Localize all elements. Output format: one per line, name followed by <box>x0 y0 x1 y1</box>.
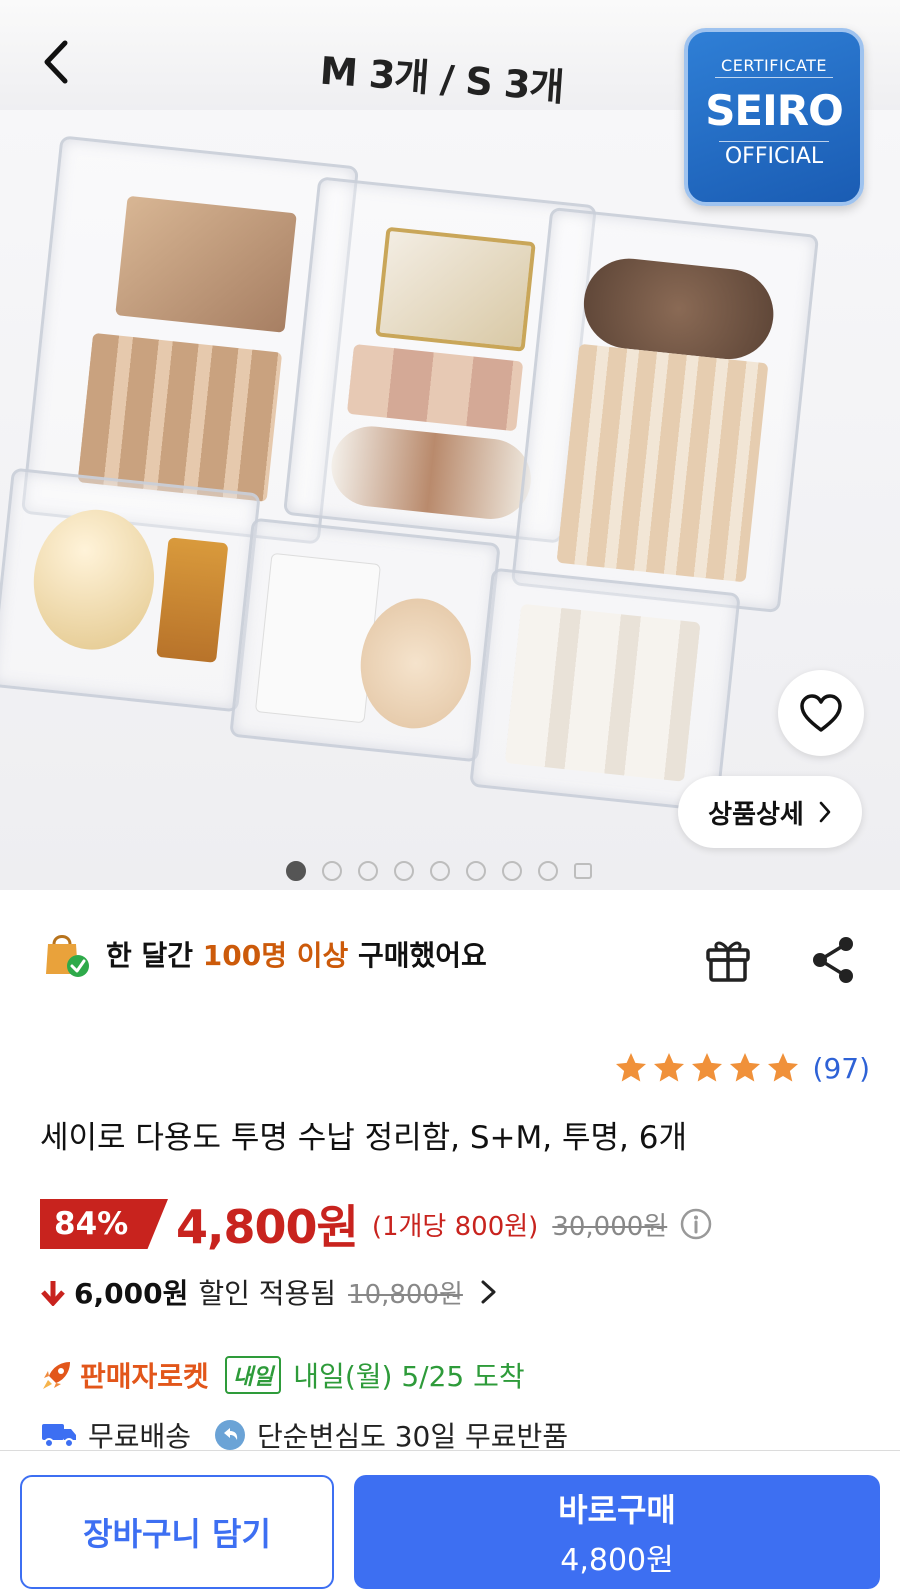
purchase-count-text: 한 달간 100명 이상 구매했어요 <box>106 934 487 974</box>
back-button[interactable] <box>28 34 84 90</box>
chevron-left-icon <box>44 40 68 84</box>
rocket-icon <box>43 1362 70 1389</box>
original-price: 30,000원 <box>552 1211 668 1242</box>
product-image-carousel[interactable]: M 3개 / S 3개 CERTIFICATE SEIRO OFFICIAL 상… <box>0 0 900 890</box>
share-button[interactable] <box>806 932 862 988</box>
review-count-link[interactable]: (97) <box>813 1052 870 1085</box>
arrow-down-icon <box>41 1281 65 1306</box>
tray-bottles <box>469 567 741 813</box>
sale-price: 4,800원 <box>176 1200 359 1254</box>
shopping-bag-check-icon <box>46 935 89 977</box>
price-row: 84% 4,800원 (1개당 800원) 30,000원 <box>40 1196 713 1254</box>
purchase-count-suffix: 구매했어요 <box>348 939 487 972</box>
rating[interactable]: (97) <box>613 1050 870 1086</box>
carousel-dot[interactable] <box>394 861 414 881</box>
gift-button[interactable] <box>700 932 756 988</box>
star-icon <box>615 1053 646 1082</box>
wishlist-button[interactable] <box>778 670 864 756</box>
coupon-applied-text: 할인 적용됨 <box>198 1277 337 1310</box>
product-photo <box>0 110 900 890</box>
chevron-right-icon <box>481 1280 496 1304</box>
heart-icon <box>800 694 842 732</box>
carousel-dot[interactable] <box>322 861 342 881</box>
tray-puffs <box>229 517 501 763</box>
carousel-dot[interactable] <box>538 861 558 881</box>
arrival-date: 내일(월) 5/25 도착 <box>293 1360 525 1393</box>
seller-rocket-label: 판매자로켓 <box>80 1360 209 1393</box>
add-to-cart-button[interactable]: 장바구니 담기 <box>20 1475 334 1589</box>
coupon-old-price: 10,800원 <box>348 1279 463 1310</box>
buy-now-label: 바로구매 <box>558 1491 676 1529</box>
carousel-more-icon[interactable] <box>574 863 592 879</box>
free-shipping-text: 무료배송 <box>88 1420 192 1453</box>
product-detail-button[interactable]: 상품상세 <box>678 776 862 848</box>
star-icon <box>767 1053 798 1082</box>
info-icon[interactable] <box>679 1207 713 1241</box>
product-detail-label: 상품상세 <box>708 799 804 830</box>
tomorrow-badge: 내일 <box>224 1356 282 1394</box>
star-icon <box>729 1053 760 1082</box>
carousel-dot[interactable] <box>502 861 522 881</box>
coupon-amount: 6,000원 <box>74 1277 189 1310</box>
free-return-text: 단순변심도 30일 무료반품 <box>257 1420 569 1453</box>
purchase-count-prefix: 한 달간 <box>106 939 203 972</box>
share-icon <box>813 937 853 983</box>
purchase-count-highlight: 100명 이상 <box>202 939 349 972</box>
chevron-right-icon <box>819 801 831 823</box>
carousel-dot[interactable] <box>466 861 486 881</box>
gift-icon <box>706 941 750 982</box>
truck-icon <box>42 1424 76 1448</box>
star-icon <box>653 1053 684 1082</box>
carousel-dot[interactable] <box>286 861 306 881</box>
discount-badge: 84% <box>40 1199 168 1249</box>
certificate-badge: CERTIFICATE SEIRO OFFICIAL <box>684 28 864 206</box>
carousel-dot[interactable] <box>358 861 378 881</box>
carousel-dot[interactable] <box>430 861 450 881</box>
coupon-discount-row[interactable]: 6,000원 할인 적용됨 10,800원 <box>40 1270 501 1314</box>
star-icon <box>691 1053 722 1082</box>
return-icon <box>215 1420 246 1450</box>
bottom-action-bar: 장바구니 담기 바로구매 4,800원 <box>0 1450 900 1596</box>
buy-now-price: 4,800원 <box>560 1543 674 1578</box>
unit-price: (1개당 800원) <box>371 1211 539 1242</box>
certificate-brand: SEIRO <box>705 86 844 135</box>
product-title: 세이로 다용도 투명 수납 정리함, S+M, 투명, 6개 <box>40 1120 687 1156</box>
tray-skincare <box>0 467 261 713</box>
carousel-indicator <box>286 861 592 881</box>
certificate-label: CERTIFICATE <box>715 56 833 78</box>
tray-brushes <box>510 206 820 614</box>
certificate-official: OFFICIAL <box>718 141 830 169</box>
delivery-row: 판매자로켓 내일 내일(월) 5/25 도착 <box>40 1352 525 1398</box>
buy-now-button[interactable]: 바로구매 4,800원 <box>354 1475 880 1589</box>
